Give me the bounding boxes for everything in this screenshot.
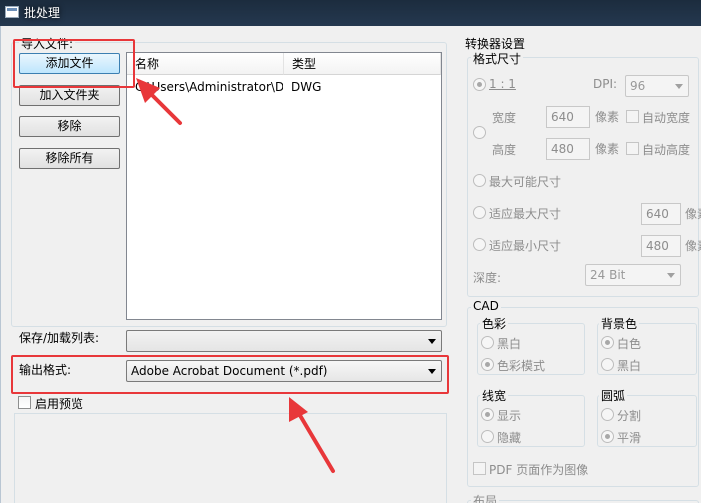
- height-unit-label: 像素: [595, 142, 620, 156]
- background-bw-label: 黑白: [617, 359, 642, 373]
- depth-value: 24 Bit: [590, 268, 626, 282]
- file-type-cell: DWG: [291, 80, 322, 94]
- enable-preview-checkbox[interactable]: [18, 396, 31, 409]
- background-white-radio[interactable]: [601, 336, 614, 349]
- dpi-value: 96: [630, 79, 646, 93]
- format-size-label: 格式尺寸: [471, 50, 524, 67]
- arc-smooth-radio[interactable]: [601, 430, 614, 443]
- color-bw-radio[interactable]: [481, 336, 494, 349]
- pdf-page-as-image-checkbox[interactable]: [473, 462, 486, 475]
- dpi-select[interactable]: 96: [625, 75, 689, 97]
- auto-width-label: 自动宽度: [642, 111, 691, 125]
- app-window-icon: [5, 6, 19, 18]
- ratio-1-1-label: 1 : 1: [489, 77, 516, 91]
- color-label: 色彩: [480, 315, 509, 332]
- chevron-down-icon: [428, 369, 436, 374]
- column-header-type[interactable]: 类型: [284, 53, 441, 75]
- height-label: 高度: [492, 143, 517, 157]
- save-load-list-label: 保存/加载列表:: [19, 331, 100, 345]
- dpi-label: DPI:: [593, 77, 618, 91]
- width-label: 宽度: [492, 111, 517, 125]
- lineweight-show-radio[interactable]: [481, 408, 494, 421]
- layout-label: 布局: [471, 492, 500, 503]
- fit-max-unit-label: 像素: [685, 207, 701, 221]
- output-format-value: Adobe Acrobat Document (*.pdf): [131, 364, 328, 378]
- pdf-page-as-image-label: PDF 页面作为图像: [489, 463, 589, 477]
- file-list[interactable]: 名称 类型 C:\Users\Administrator\D... DWG: [126, 52, 442, 320]
- remove-all-button[interactable]: 移除所有: [19, 148, 120, 169]
- table-row[interactable]: C:\Users\Administrator\D... DWG: [127, 77, 441, 97]
- output-format-label: 输出格式:: [19, 363, 72, 377]
- color-mode-label: 色彩模式: [497, 359, 546, 373]
- cad-label: CAD: [471, 299, 501, 313]
- auto-height-checkbox[interactable]: [626, 142, 639, 155]
- window-title: 批处理: [24, 6, 61, 20]
- lineweight-hide-radio[interactable]: [481, 430, 494, 443]
- add-folder-button[interactable]: 加入文件夹: [19, 85, 120, 106]
- enable-preview-label: 启用预览: [35, 397, 84, 411]
- import-files-label: 导入文件:: [19, 35, 76, 52]
- max-possible-size-label: 最大可能尺寸: [489, 175, 562, 189]
- remove-button[interactable]: 移除: [19, 116, 120, 137]
- lineweight-label: 线宽: [480, 387, 509, 404]
- auto-height-label: 自动高度: [642, 143, 691, 157]
- chevron-down-icon: [667, 273, 675, 278]
- depth-label: 深度:: [473, 271, 502, 285]
- column-header-name[interactable]: 名称: [127, 53, 284, 75]
- output-format-select[interactable]: Adobe Acrobat Document (*.pdf): [126, 360, 442, 382]
- chevron-down-icon: [675, 84, 683, 89]
- depth-select[interactable]: 24 Bit: [585, 264, 681, 286]
- fit-min-size-radio[interactable]: [473, 238, 486, 251]
- ratio-1-1-radio[interactable]: [473, 78, 486, 91]
- background-bw-radio[interactable]: [601, 358, 614, 371]
- batch-dialog: 导入文件: 添加文件 加入文件夹 移除 移除所有 名称 类型 C:\Users\…: [0, 26, 701, 503]
- arc-smooth-label: 平滑: [617, 431, 642, 445]
- background-label: 背景色: [599, 315, 640, 332]
- color-bw-label: 黑白: [497, 337, 522, 351]
- lineweight-show-label: 显示: [497, 409, 522, 423]
- lineweight-hide-label: 隐藏: [497, 431, 522, 445]
- add-file-button[interactable]: 添加文件: [19, 53, 120, 74]
- title-bar[interactable]: 批处理: [0, 0, 701, 26]
- fit-min-size-label: 适应最小尺寸: [489, 239, 562, 253]
- custom-size-radio[interactable]: [473, 126, 486, 139]
- chevron-down-icon: [428, 339, 436, 344]
- preview-pane: [14, 413, 447, 503]
- fit-min-size-input[interactable]: 480: [641, 235, 681, 257]
- fit-max-size-label: 适应最大尺寸: [489, 207, 562, 221]
- width-unit-label: 像素: [595, 110, 620, 124]
- arc-split-radio[interactable]: [601, 408, 614, 421]
- arc-split-label: 分割: [617, 409, 642, 423]
- color-mode-radio[interactable]: [481, 358, 494, 371]
- height-input[interactable]: 480: [546, 138, 590, 160]
- save-load-list-select[interactable]: [126, 330, 442, 352]
- max-possible-size-radio[interactable]: [473, 174, 486, 187]
- arc-label: 圆弧: [599, 387, 628, 404]
- fit-min-unit-label: 像素: [685, 239, 701, 253]
- width-input[interactable]: 640: [546, 106, 590, 128]
- file-name-cell: C:\Users\Administrator\D...: [135, 80, 283, 94]
- background-white-label: 白色: [617, 337, 642, 351]
- fit-max-size-radio[interactable]: [473, 206, 486, 219]
- fit-max-size-input[interactable]: 640: [641, 203, 681, 225]
- auto-width-checkbox[interactable]: [626, 110, 639, 123]
